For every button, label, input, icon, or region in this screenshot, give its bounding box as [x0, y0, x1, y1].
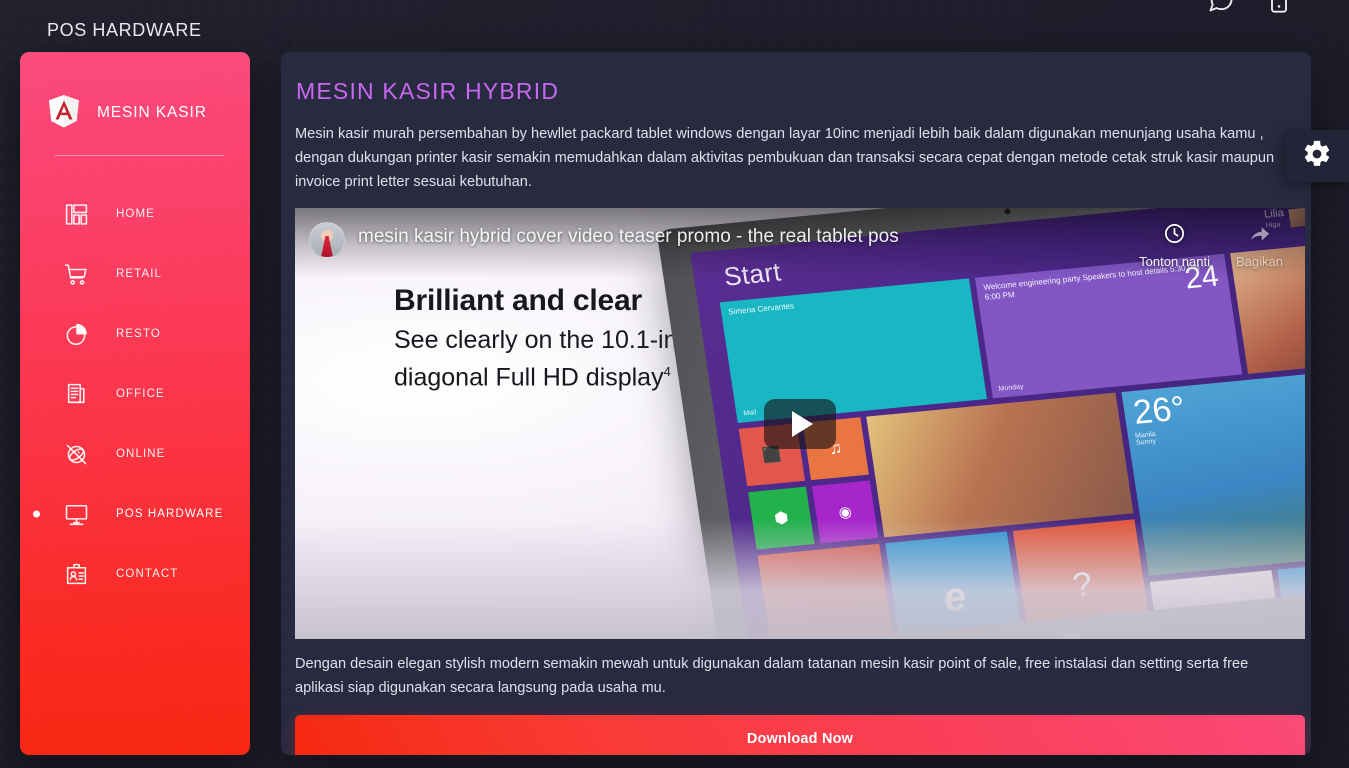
sidebar-item-label: ONLINE	[116, 448, 166, 460]
gear-icon	[1302, 139, 1332, 174]
page-title: MESIN KASIR HYBRID	[296, 78, 560, 104]
sidebar-brand[interactable]: MESIN KASIR	[20, 84, 250, 142]
footer-paragraph: Dengan desain elegan stylish modern sema…	[295, 656, 1249, 696]
top-bar-icons	[1207, 0, 1293, 14]
shopping-cart-icon	[64, 262, 89, 287]
pie-chart-icon	[64, 322, 89, 347]
tile-label: Monday	[998, 383, 1025, 393]
photos-tile	[866, 392, 1134, 538]
brand-title: POS HARDWARE	[47, 20, 202, 40]
sidebar-item-pos-hardware[interactable]: POS HARDWARE	[20, 484, 250, 544]
watch-later-label: Tonton nanti	[1139, 254, 1211, 269]
play-button[interactable]	[764, 398, 836, 449]
dashboard-icon	[64, 202, 89, 227]
angular-logo	[48, 94, 80, 133]
monitor-icon	[64, 502, 89, 527]
poster-subline-1: See clearly on the 10.1-inch	[394, 326, 704, 354]
share-label: Bagikan	[1236, 254, 1283, 269]
sidebar-item-label: POS HARDWARE	[116, 508, 224, 520]
poster-subline-2: diagonal Full HD display	[394, 363, 664, 392]
sidebar-item-online[interactable]: ONLINE	[20, 424, 250, 484]
play-icon	[792, 410, 813, 437]
sidebar-item-office[interactable]: OFFICE	[20, 364, 250, 424]
top-bar: POS HARDWARE	[0, 0, 1349, 66]
video-top-overlay: mesin kasir hybrid cover video teaser pr…	[295, 208, 1305, 278]
share-icon	[1248, 222, 1271, 250]
watch-later-button[interactable]: Tonton nanti	[1139, 222, 1210, 269]
sidebar-item-label: RESTO	[116, 328, 161, 340]
sidebar-brand-label: MESIN KASIR	[97, 104, 207, 121]
page-root: POS HARDWARE MESIN KASIR HOME RETAIL RES…	[0, 0, 1349, 768]
sidebar-item-label: OFFICE	[116, 388, 165, 400]
sidebar-item-retail[interactable]: RETAIL	[20, 244, 250, 304]
channel-avatar[interactable]	[309, 222, 345, 258]
mail-tile: Simena Cervantes Mail	[719, 278, 987, 423]
sidebar-item-home[interactable]: HOME	[20, 184, 250, 244]
chat-icon[interactable]	[1207, 0, 1235, 14]
sidebar-item-contact[interactable]: CONTACT	[20, 544, 250, 604]
sidebar-menu: HOME RETAIL RESTO OFFICE ONLINE POS HARD…	[20, 184, 250, 604]
content-card: MESIN KASIR HYBRID Mesin kasir murah per…	[281, 52, 1311, 755]
poster-superscript: 4	[663, 364, 671, 379]
video-title[interactable]: mesin kasir hybrid cover video teaser pr…	[358, 226, 899, 248]
device-icon[interactable]	[1265, 0, 1293, 14]
id-card-icon	[64, 562, 89, 587]
download-button[interactable]: Download Now	[295, 715, 1305, 755]
tile-label: Mail	[742, 409, 757, 418]
video-actions: Tonton nanti Bagikan	[1139, 222, 1287, 269]
lead-paragraph: Mesin kasir murah persembahan by hewllet…	[295, 126, 1275, 190]
sidebar-item-resto[interactable]: RESTO	[20, 304, 250, 364]
tile-big-value: 26°	[1130, 389, 1188, 432]
clock-icon	[1163, 222, 1186, 250]
tile-label: Manila Sunny	[1134, 430, 1157, 447]
document-icon	[64, 382, 89, 407]
globe-icon	[64, 442, 89, 467]
tile-title: Simena Cervantes	[727, 301, 795, 317]
video-player[interactable]: Brilliant and clear See clearly on the 1…	[295, 208, 1305, 639]
video-floor-shadow	[295, 519, 1305, 639]
sidebar: MESIN KASIR HOME RETAIL RESTO OFFICE ONL…	[20, 52, 250, 755]
sidebar-divider	[55, 155, 224, 156]
sidebar-item-label: CONTACT	[116, 568, 179, 580]
settings-tab-button[interactable]	[1285, 130, 1349, 182]
sidebar-item-label: RETAIL	[116, 268, 163, 280]
sidebar-item-label: HOME	[116, 208, 155, 220]
share-button[interactable]: Bagikan	[1236, 222, 1283, 269]
